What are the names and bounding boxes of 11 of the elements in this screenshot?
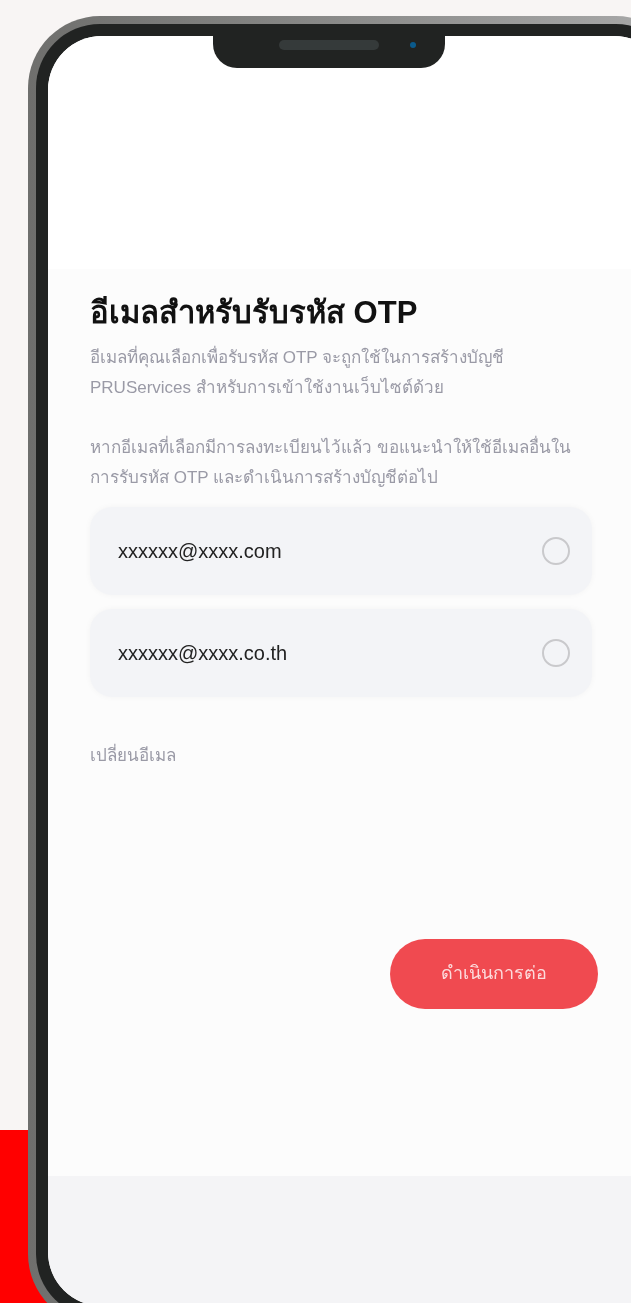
email-option[interactable]: xxxxxx@xxxx.co.th — [90, 609, 592, 697]
camera-icon — [410, 42, 416, 48]
email-option[interactable]: xxxxxx@xxxx.com — [90, 507, 592, 595]
email-address: xxxxxx@xxxx.com — [118, 539, 282, 564]
description-text: อีเมลที่คุณเลือกเพื่อรับรหัส OTP จะถูกใช้ในการสร้างบัญชี PRUServices สำหรับการเข้าใช้งานเว็บไซต์ด้วย — [90, 343, 592, 403]
speaker-icon — [279, 40, 379, 50]
radio-button[interactable] — [542, 537, 570, 565]
email-address: xxxxxx@xxxx.co.th — [118, 641, 288, 666]
radio-button[interactable] — [542, 639, 570, 667]
screen-title: อีเมลสำหรับรับรหัส OTP — [90, 294, 419, 332]
description-text: หากอีเมลที่เลือกมีการลงทะเบียนไว้แล้ว ขอแนะนำให้ใช้อีเมลอื่นในการรับรหัส OTP และดำเนินการสร้างบัญชีต่อไป — [90, 433, 592, 493]
